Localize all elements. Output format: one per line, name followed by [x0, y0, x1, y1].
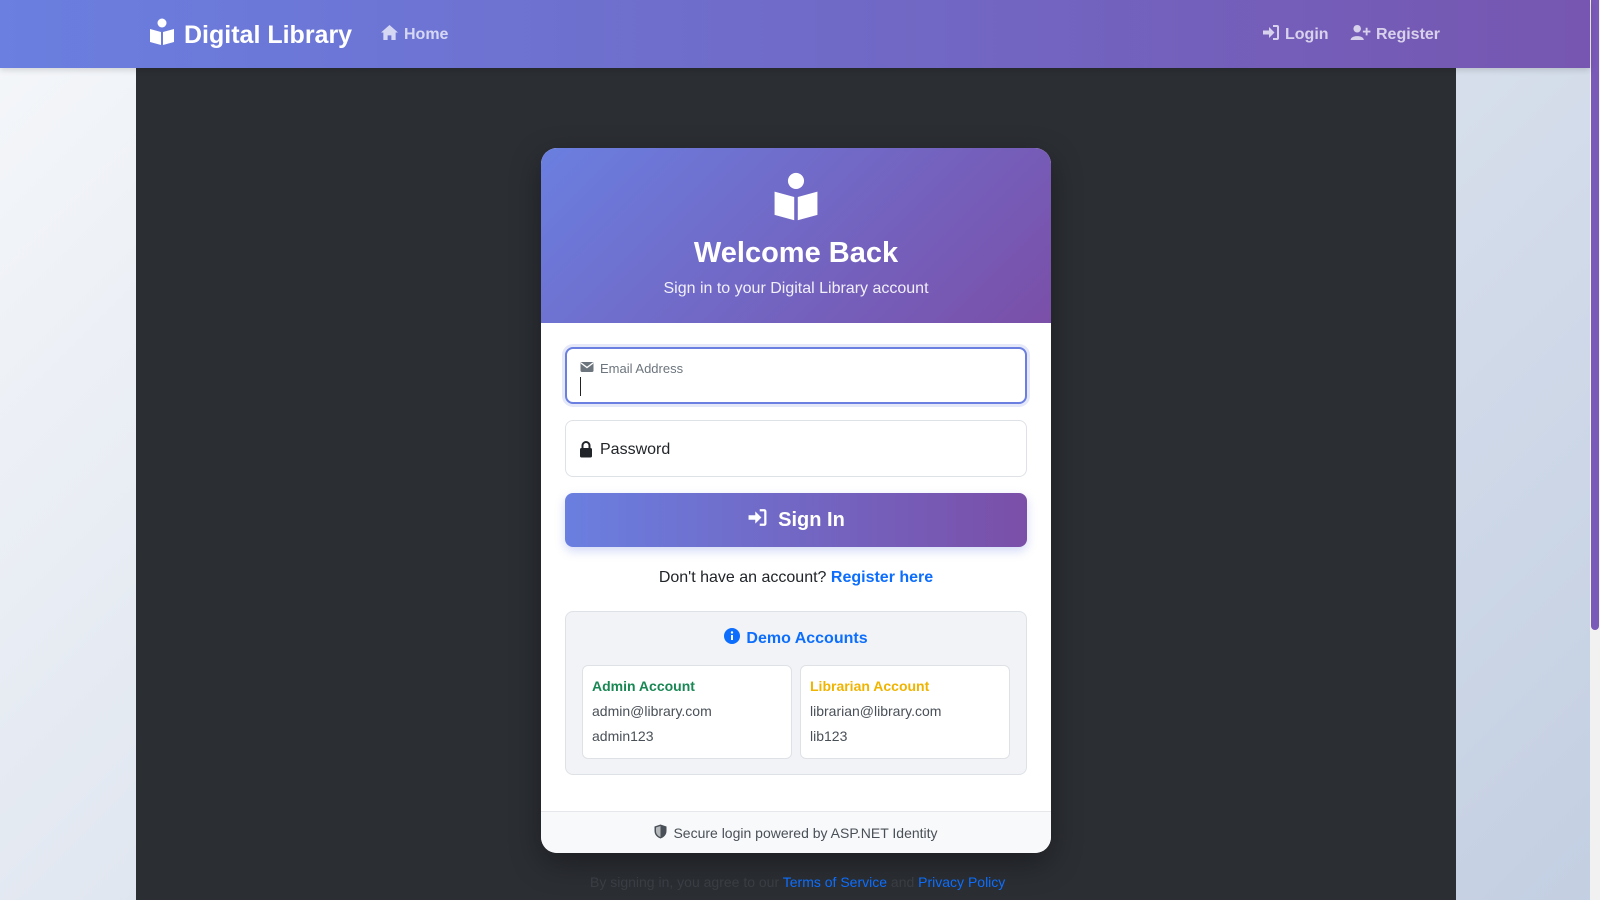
login-card: Welcome Back Sign in to your Digital Lib… [541, 148, 1051, 853]
nav-login[interactable]: Login [1262, 24, 1329, 46]
login-title: Welcome Back [693, 237, 899, 269]
demo-account-title: Admin Account [592, 678, 695, 694]
demo-accounts-label: Demo Accounts [746, 629, 868, 647]
user-plus-icon [1350, 24, 1371, 46]
password-field[interactable]: Password [565, 420, 1027, 477]
terms-prefix: By signing in, you agree to our [590, 874, 780, 890]
nav-home[interactable]: Home [380, 24, 448, 46]
demo-account-title: Librarian Account [810, 678, 930, 694]
nav-register[interactable]: Register [1350, 24, 1440, 46]
login-subtitle: Sign in to your Digital Library account [663, 280, 929, 297]
librarian-account-card: Librarian Account librarian@library.com … [800, 665, 1010, 759]
no-account-text: Don't have an account? [658, 569, 827, 586]
register-link[interactable]: Register here [831, 569, 933, 586]
terms-joiner: and [890, 874, 915, 890]
top-navbar: Digital Library Home Login Register [0, 0, 1590, 68]
register-prompt: Don't have an account? Register here [565, 569, 1027, 587]
shield-icon [654, 824, 667, 842]
terms-of-service-link[interactable]: Terms of Service [783, 874, 887, 890]
info-icon [724, 628, 741, 649]
nav-home-label: Home [404, 26, 449, 43]
page-scrollbar[interactable] [1590, 0, 1600, 900]
demo-account-email: librarian@library.com [810, 703, 942, 719]
sign-in-icon [747, 508, 768, 533]
sign-in-button[interactable]: Sign In [565, 493, 1027, 547]
sign-in-label: Sign In [778, 508, 845, 531]
terms-notice: By signing in, you agree to our Terms of… [590, 874, 1010, 890]
demo-account-email: admin@library.com [592, 703, 712, 719]
brand-title: Digital Library [184, 21, 353, 49]
scrollbar-thumb[interactable] [1591, 0, 1599, 630]
book-reader-icon [771, 172, 821, 226]
sign-in-icon [1262, 24, 1280, 46]
nav-login-label: Login [1285, 26, 1329, 43]
login-card-header: Welcome Back Sign in to your Digital Lib… [541, 148, 1051, 323]
admin-account-card: Admin Account admin@library.com admin123 [582, 665, 792, 759]
demo-account-password: admin123 [592, 728, 654, 744]
home-icon [380, 24, 399, 46]
brand-link[interactable]: Digital Library [148, 18, 352, 53]
privacy-policy-link[interactable]: Privacy Policy [918, 874, 1005, 890]
book-reader-icon [148, 18, 176, 53]
email-field[interactable]: Email Address [565, 347, 1027, 404]
nav-register-label: Register [1376, 26, 1441, 43]
secure-login-text: Secure login powered by ASP.NET Identity [673, 824, 938, 841]
demo-accounts-panel: Demo Accounts Admin Account admin@librar… [565, 611, 1027, 775]
demo-accounts-title: Demo Accounts [582, 628, 1010, 649]
login-form: Email Address Password Sign In Don't hav… [541, 323, 1051, 775]
login-card-footer: Secure login powered by ASP.NET Identity [541, 811, 1051, 853]
demo-account-password: lib123 [810, 728, 848, 744]
